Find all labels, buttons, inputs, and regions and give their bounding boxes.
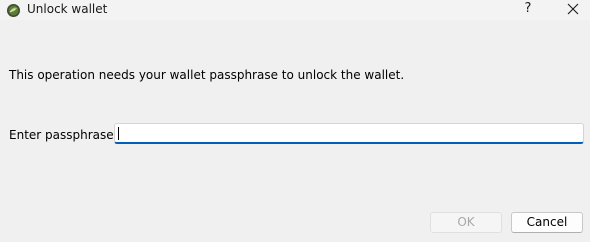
unlock-message: This operation needs your wallet passphr… [9, 68, 405, 82]
passphrase-input[interactable] [114, 123, 584, 144]
help-button[interactable]: ? [518, 0, 538, 18]
window-title: Unlock wallet [27, 2, 108, 16]
text-caret [118, 127, 119, 140]
close-icon [567, 3, 579, 15]
app-leaf-icon [7, 2, 20, 17]
close-button[interactable] [560, 0, 586, 18]
title-bar: Unlock wallet ? [0, 0, 590, 20]
ok-button[interactable]: OK [430, 212, 502, 233]
passphrase-label: Enter passphrase [9, 128, 114, 142]
cancel-button[interactable]: Cancel [511, 212, 583, 233]
